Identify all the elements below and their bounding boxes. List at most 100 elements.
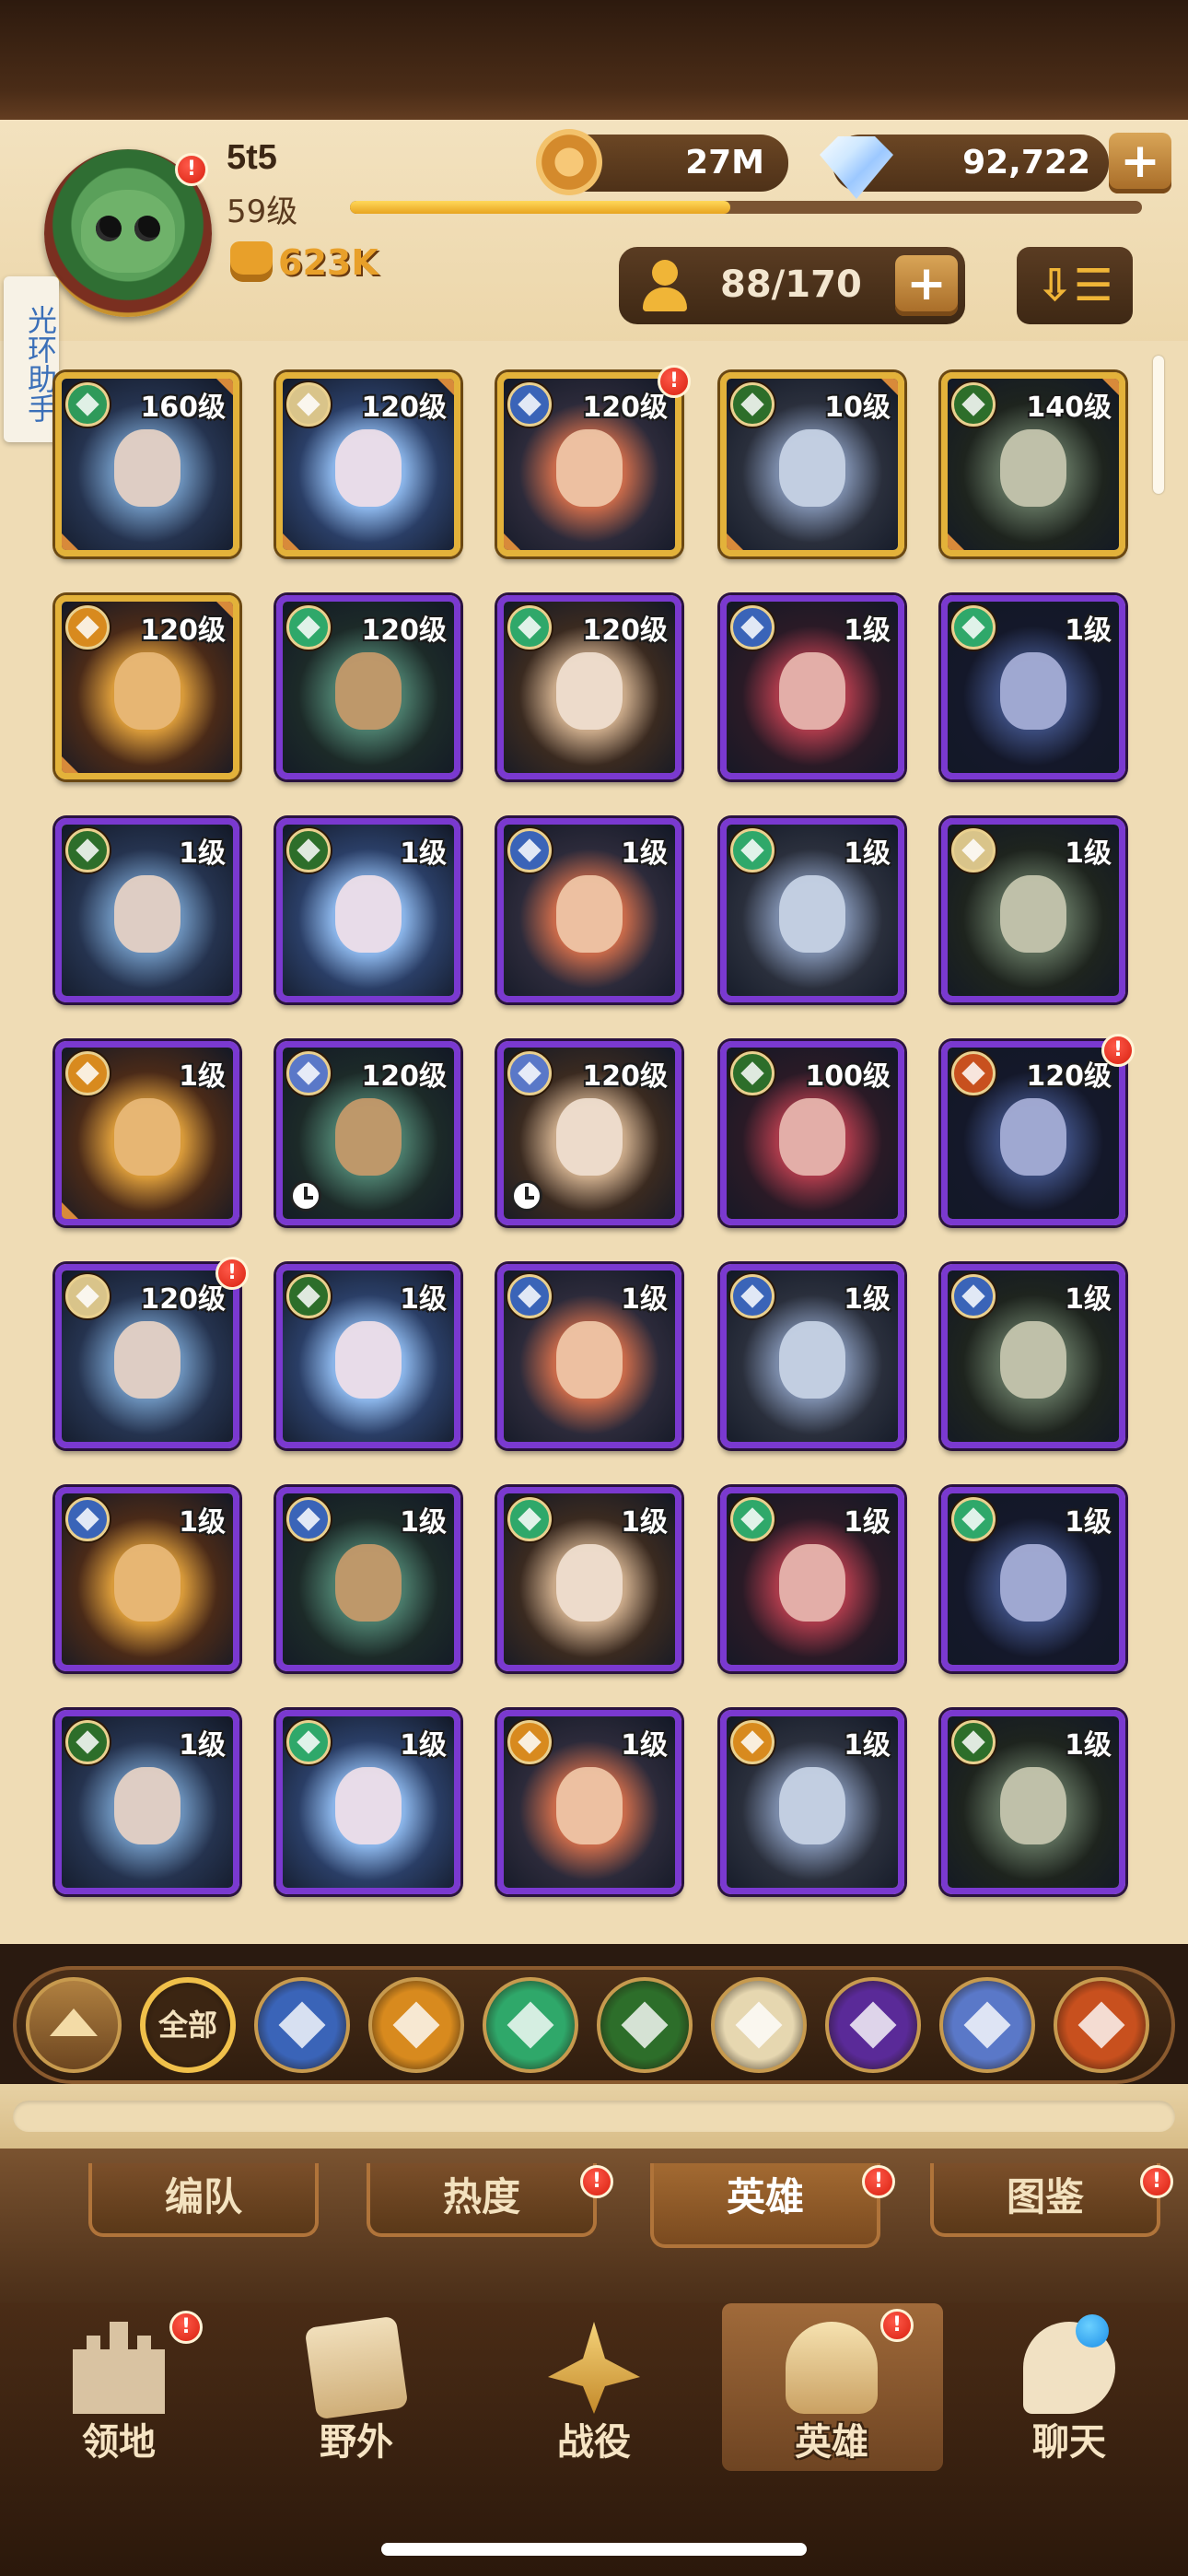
hero-card[interactable]: 160级 bbox=[55, 372, 239, 556]
hero-card[interactable]: 1级 bbox=[55, 1710, 239, 1894]
hero-level: 140级 bbox=[1026, 392, 1112, 424]
hero-card[interactable]: 1级 bbox=[55, 818, 239, 1002]
hero-card[interactable]: 1级 bbox=[941, 1487, 1125, 1671]
lightbearer-faction-icon bbox=[507, 828, 552, 872]
hero-card[interactable]: 120级 bbox=[55, 1264, 239, 1448]
nav-heroes-alert: ! bbox=[880, 2309, 914, 2342]
dimensional-faction-icon bbox=[507, 1051, 552, 1095]
filter-mauler-button[interactable] bbox=[368, 1977, 464, 2073]
hero-card[interactable]: 1级 bbox=[276, 1487, 460, 1671]
hero-card[interactable]: 1级 bbox=[497, 1264, 681, 1448]
wilder-faction-icon bbox=[951, 605, 996, 650]
hero-level: 1级 bbox=[179, 1060, 226, 1093]
nav-campaign-label: 战役 bbox=[557, 2421, 631, 2464]
filter-celestial-button[interactable] bbox=[711, 1977, 807, 2073]
hero-level: 120级 bbox=[140, 1283, 226, 1316]
hero-level: 100级 bbox=[805, 1060, 891, 1093]
faction-filter-bar: 全部 bbox=[13, 1966, 1175, 2084]
mauler-faction-icon bbox=[507, 1720, 552, 1764]
hero-card[interactable]: 120级 bbox=[276, 372, 460, 556]
forest-faction-icon bbox=[65, 382, 110, 427]
hero-level: 1级 bbox=[400, 1283, 447, 1316]
filter-hypogean-button[interactable] bbox=[825, 1977, 921, 2073]
hero-card[interactable]: 10级 bbox=[720, 372, 904, 556]
hero-card[interactable]: 120级 bbox=[497, 372, 681, 556]
celestial-faction-icon bbox=[951, 828, 996, 872]
chat-notification-dot bbox=[1076, 2314, 1109, 2348]
hero-level: 1级 bbox=[1065, 615, 1112, 647]
corner-ornament bbox=[727, 533, 743, 550]
filter-lightbearer-button[interactable] bbox=[254, 1977, 350, 2073]
hero-level: 120级 bbox=[140, 615, 226, 647]
nav-chat[interactable]: 聊天 bbox=[950, 2303, 1188, 2478]
hero-card[interactable]: 120级 bbox=[276, 1041, 460, 1225]
nav-territory-alert: ! bbox=[169, 2311, 203, 2344]
graveborn-faction-icon bbox=[730, 382, 775, 427]
filter-dragon-button[interactable] bbox=[1054, 1977, 1149, 2073]
hero-level: 120级 bbox=[582, 615, 668, 647]
hero-card[interactable]: 1级 bbox=[497, 1487, 681, 1671]
corner-ornament bbox=[62, 533, 78, 550]
tab-codex[interactable]: 图鉴 bbox=[930, 2163, 1160, 2237]
hero-level: 1级 bbox=[1065, 837, 1112, 870]
filter-graveborn-button[interactable] bbox=[597, 1977, 693, 2073]
tab-popularity[interactable]: 热度 bbox=[367, 2163, 597, 2237]
hero-level: 1级 bbox=[844, 615, 891, 647]
hero-card[interactable]: 120级 bbox=[941, 1041, 1125, 1225]
hero-card[interactable]: 1级 bbox=[497, 1710, 681, 1894]
filter-dimensional-button[interactable] bbox=[939, 1977, 1035, 2073]
tab-formation[interactable]: 编队 bbox=[88, 2163, 319, 2237]
hero-card[interactable]: 1级 bbox=[720, 818, 904, 1002]
collapse-filter-button[interactable] bbox=[26, 1977, 122, 2073]
hero-card[interactable]: 1级 bbox=[941, 1710, 1125, 1894]
hero-card[interactable]: 1级 bbox=[497, 818, 681, 1002]
hero-card[interactable]: 100级 bbox=[720, 1041, 904, 1225]
hero-card[interactable]: 1级 bbox=[55, 1487, 239, 1671]
home-indicator[interactable] bbox=[381, 2543, 807, 2556]
hero-card[interactable]: 140级 bbox=[941, 372, 1125, 556]
hero-level: 120级 bbox=[582, 392, 668, 424]
filter-all-button[interactable]: 全部 bbox=[140, 1977, 236, 2073]
filter-tray bbox=[0, 2084, 1188, 2149]
nav-heroes[interactable]: 英雄 bbox=[713, 2303, 950, 2478]
hero-card[interactable]: 1级 bbox=[941, 595, 1125, 779]
dragon-faction-icon bbox=[951, 1051, 996, 1095]
celestial-faction-icon bbox=[65, 1274, 110, 1318]
hero-card[interactable]: 1级 bbox=[276, 1264, 460, 1448]
hero-card[interactable]: 1级 bbox=[941, 1264, 1125, 1448]
hero-level: 1级 bbox=[621, 1506, 668, 1539]
hero-card[interactable]: 120级 bbox=[55, 595, 239, 779]
nav-wilderness[interactable]: 野外 bbox=[238, 2303, 475, 2478]
corner-ornament bbox=[62, 1202, 78, 1219]
hero-card[interactable]: 1级 bbox=[720, 1710, 904, 1894]
hero-alert-badge: ! bbox=[658, 365, 691, 398]
wilder-faction-icon bbox=[507, 605, 552, 650]
corner-ornament bbox=[1102, 379, 1119, 395]
hero-level: 1级 bbox=[844, 1283, 891, 1316]
hero-card[interactable]: 1级 bbox=[720, 1487, 904, 1671]
filter-wilder-button[interactable] bbox=[483, 1977, 578, 2073]
hero-card[interactable]: 1级 bbox=[276, 1710, 460, 1894]
helmet-icon bbox=[786, 2322, 878, 2414]
hero-level: 1级 bbox=[621, 1729, 668, 1762]
hero-card[interactable]: 1级 bbox=[55, 1041, 239, 1225]
crossed-swords-icon bbox=[548, 2322, 640, 2414]
tab-heroes[interactable]: 英雄 bbox=[650, 2163, 880, 2248]
hero-grid: 160级 120级 120级! 10级 140级 120级 120级 120级 1级 1级 1级 1级… bbox=[0, 0, 1188, 1944]
hero-card[interactable]: 1级 bbox=[276, 818, 460, 1002]
hero-card[interactable]: 1级 bbox=[720, 1264, 904, 1448]
hero-card[interactable]: 120级 bbox=[497, 595, 681, 779]
hero-card[interactable]: 1级 bbox=[941, 818, 1125, 1002]
hero-card[interactable]: 120级 bbox=[276, 595, 460, 779]
tab-heroes-alert: ! bbox=[862, 2165, 895, 2198]
nav-campaign[interactable]: 战役 bbox=[475, 2303, 713, 2478]
hero-level: 1级 bbox=[621, 837, 668, 870]
hero-level: 120级 bbox=[582, 1060, 668, 1093]
hero-level: 1级 bbox=[400, 1506, 447, 1539]
map-scroll-icon bbox=[304, 2315, 409, 2420]
hero-card[interactable]: 1级 bbox=[720, 595, 904, 779]
hero-card[interactable]: 120级 bbox=[497, 1041, 681, 1225]
hero-level: 1级 bbox=[844, 1729, 891, 1762]
corner-ornament bbox=[62, 756, 78, 773]
hero-level: 1级 bbox=[179, 1506, 226, 1539]
